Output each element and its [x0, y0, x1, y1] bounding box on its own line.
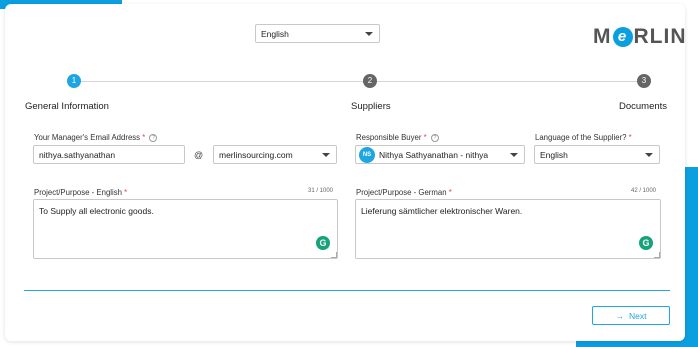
chevron-down-icon — [365, 31, 373, 36]
required-mark: * — [448, 188, 452, 197]
required-mark: * — [423, 133, 427, 142]
required-mark: * — [628, 133, 632, 142]
arrow-right-icon: → — [615, 310, 625, 321]
at-symbol: @ — [194, 150, 204, 160]
supplier-language-label: Language of the Supplier? * — [535, 133, 632, 142]
step-1-label: General Information — [25, 101, 109, 112]
step-3-indicator[interactable]: 3 — [637, 74, 651, 88]
footer-divider — [24, 290, 670, 291]
form-card: English Me RLIN 1 2 3 General Information… — [5, 4, 687, 341]
chevron-down-icon — [645, 152, 653, 157]
responsible-buyer-label: Responsible Buyer * ? — [356, 133, 439, 142]
chevron-down-icon — [322, 152, 330, 157]
interface-language-select[interactable]: English — [255, 24, 380, 43]
purpose-english-label: Project/Purpose - English * — [34, 188, 128, 197]
chevron-down-icon — [510, 152, 518, 157]
stepper-line — [80, 81, 640, 82]
grammarly-icon[interactable]: G — [316, 236, 330, 250]
purpose-german-counter: 42 / 1000 — [631, 188, 657, 194]
step-3-label: Documents — [619, 101, 668, 112]
resize-handle[interactable] — [654, 252, 660, 258]
step-2-label: Suppliers — [351, 101, 391, 112]
merlin-logo: Me RLIN — [593, 25, 687, 48]
required-mark: * — [124, 188, 128, 197]
manager-email-username-input[interactable]: nithya.sathyanathan — [33, 145, 185, 164]
responsible-buyer-select[interactable]: NS Nithya Sathyanathan - nithya — [355, 145, 525, 164]
purpose-english-counter: 31 / 1000 — [308, 188, 334, 194]
resize-handle[interactable] — [331, 252, 337, 258]
avatar: NS — [359, 146, 375, 163]
step-2-indicator[interactable]: 2 — [363, 74, 377, 88]
next-button[interactable]: → Next — [592, 306, 670, 325]
step-1-indicator[interactable]: 1 — [67, 74, 81, 88]
required-mark: * — [142, 133, 146, 142]
question-icon[interactable]: ? — [430, 134, 439, 142]
interface-language-value: English — [261, 28, 289, 39]
manager-email-label: Your Manager's Email Address * ? — [34, 133, 158, 142]
purpose-german-label: Project/Purpose - German * — [356, 188, 452, 197]
grammarly-icon[interactable]: G — [639, 236, 653, 250]
purpose-german-textarea[interactable]: Lieferung sämtlicher elektronischer Ware… — [355, 199, 661, 259]
question-icon[interactable]: ? — [149, 134, 158, 142]
supplier-language-select[interactable]: English — [534, 145, 660, 164]
manager-email-domain-select[interactable]: merlinsourcing.com — [213, 145, 337, 164]
purpose-english-textarea[interactable]: To Supply all electronic goods. — [33, 199, 338, 259]
